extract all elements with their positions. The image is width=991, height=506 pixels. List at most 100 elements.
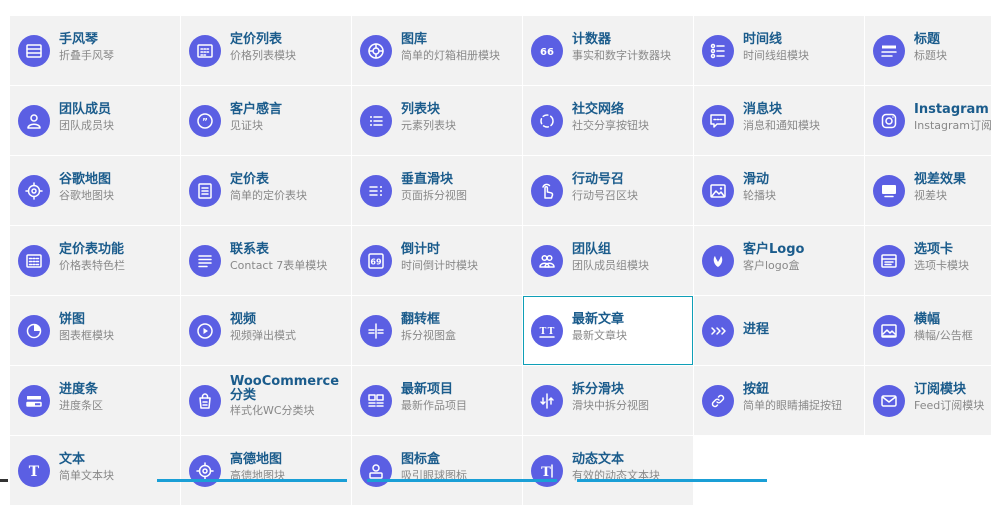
slider-image-icon: [702, 175, 734, 207]
block-item-banner[interactable]: 横幅 横幅/公告框: [865, 296, 991, 365]
block-description: 简单的眼睛捕捉按钮: [743, 399, 842, 412]
pricing-table-icon: [189, 175, 221, 207]
block-description: 简单的灯箱相册模块: [401, 49, 500, 62]
block-item-parallax[interactable]: 视差效果 视差块: [865, 156, 991, 225]
block-text: 订阅模块 Feed订阅模块: [914, 382, 991, 414]
block-item-dynamic-text[interactable]: T 动态文本 有效的动态文本块: [523, 436, 693, 505]
heading-icon: [873, 35, 905, 67]
block-title: 横幅: [914, 312, 941, 327]
pricing-features-icon: [18, 245, 50, 277]
block-item-amap[interactable]: 高德地图 高德地图块: [181, 436, 351, 505]
block-description: 选项卡模块: [914, 259, 969, 272]
block-item-subscribe-mail[interactable]: 订阅模块 Feed订阅模块: [865, 366, 991, 435]
instagram-icon: [873, 105, 905, 137]
block-title: 文本: [59, 452, 86, 467]
block-item-progress-bar[interactable]: 进度条 进度条区: [10, 366, 180, 435]
svg-text:T: T: [548, 327, 555, 337]
block-text: 视差效果 视差块: [914, 172, 991, 204]
block-item-social[interactable]: 社交网络 社交分享按钮块: [523, 86, 693, 155]
block-description: 简单的定价表块: [230, 189, 307, 202]
grid-row: 定价表功能 价格表特色栏 联系表 Contact 7表单模块 69 倒计时 时间倒计时模块团…: [10, 226, 991, 296]
block-item-text[interactable]: T 文本 简单文本块: [10, 436, 180, 505]
block-title: 定价表功能: [59, 242, 125, 257]
block-text: 图库 简单的灯箱相册模块: [401, 32, 520, 64]
block-item-contact-form[interactable]: 联系表 Contact 7表单模块: [181, 226, 351, 295]
block-title: 按鈕: [743, 382, 770, 397]
block-item-split-slider[interactable]: 拆分滑块 滑块中拆分视图: [523, 366, 693, 435]
block-text: 行动号召 行动号召区块: [572, 172, 691, 204]
block-text: 客户Logo 客户logo盒: [743, 242, 862, 274]
testimonial-icon: ”: [189, 105, 221, 137]
block-title: 客户感言: [230, 102, 283, 117]
block-item-message[interactable]: 消息块 消息和通知模块: [694, 86, 864, 155]
empty-cell: [865, 436, 991, 505]
svg-text:T: T: [540, 327, 547, 337]
block-text: 最新项目 最新作品项目: [401, 382, 520, 414]
parallax-icon: [873, 175, 905, 207]
block-item-timeline[interactable]: 时间线 时间线组模块: [694, 16, 864, 85]
block-item-list[interactable]: 列表块 元素列表块: [352, 86, 522, 155]
block-item-process[interactable]: 进程: [694, 296, 864, 365]
block-item-price-list[interactable]: 定价列表价格列表模块: [181, 16, 351, 85]
block-item-instagram[interactable]: Instagram 订 Instagram订阅: [865, 86, 991, 155]
block-text: 团队成员 团队成员块: [59, 102, 178, 134]
social-icon: [531, 105, 563, 137]
block-item-icon-box[interactable]: 图标盒 吸引眼球图标: [352, 436, 522, 505]
grid-row: 饼图 图表框模块 视频 视频弹出模式 翻转框 拆分视图盒 T T 最新文章 最新文章块 进程 横幅 横幅…: [10, 296, 991, 366]
block-item-flip-box[interactable]: 翻转框 拆分视图盒: [352, 296, 522, 365]
block-title: 团队组: [572, 242, 612, 257]
call-to-action-icon: [531, 175, 563, 207]
block-description: 价格列表模块: [230, 49, 296, 62]
block-item-video-play[interactable]: 视频 视频弹出模式: [181, 296, 351, 365]
block-title: 定价列表: [230, 32, 283, 47]
svg-text:T: T: [541, 465, 551, 480]
block-item-client-logo[interactable]: 客户Logo 客户logo盒: [694, 226, 864, 295]
block-item-pricing-features[interactable]: 定价表功能 价格表特色栏: [10, 226, 180, 295]
block-description: 见证块: [230, 119, 263, 132]
block-text: 横幅 横幅/公告框: [914, 312, 991, 344]
tabs-icon: [873, 245, 905, 277]
block-item-accordion[interactable]: 手风琴 折叠手风琴: [10, 16, 180, 85]
block-item-woocommerce[interactable]: WooCommerce 分类 样式化WC分类块: [181, 366, 351, 435]
woocommerce-icon: [189, 385, 221, 417]
svg-text:69: 69: [370, 258, 382, 267]
block-title: 视差效果: [914, 172, 967, 187]
block-item-tabs[interactable]: 选项卡 选项卡模块: [865, 226, 991, 295]
block-description: 行动号召区块: [572, 189, 638, 202]
block-item-team-group[interactable]: 团队组 团队成员组模块: [523, 226, 693, 295]
svg-text:”: ”: [202, 118, 208, 128]
block-item-pricing-table[interactable]: 定价表 简单的定价表块: [181, 156, 351, 225]
block-title: 垂直滑块: [401, 172, 454, 187]
block-item-counter[interactable]: 66 计数器 事实和数字计数器块: [523, 16, 693, 85]
block-title: 谷歌地图: [59, 172, 112, 187]
block-item-button-link[interactable]: 按鈕简单的眼睛捕捉按钮: [694, 366, 864, 435]
block-title: Instagram 订: [914, 102, 991, 117]
block-text: 最新文章 最新文章块: [572, 312, 690, 344]
message-icon: [702, 105, 734, 137]
block-item-map-target[interactable]: 谷歌地图 谷歌地图块: [10, 156, 180, 225]
timeline-icon: [702, 35, 734, 67]
block-item-slider-image[interactable]: 滑动 轮播块: [694, 156, 864, 225]
latest-posts-icon: TT: [531, 315, 563, 347]
block-item-heading[interactable]: 标题 标题块: [865, 16, 991, 85]
block-item-gallery[interactable]: 图库 简单的灯箱相册模块: [352, 16, 522, 85]
block-item-testimonial[interactable]: ” 客户感言见证块: [181, 86, 351, 155]
block-item-vertical-slider[interactable]: 垂直滑块 页面拆分视图: [352, 156, 522, 225]
pie-chart-icon: [18, 315, 50, 347]
block-description: 团队成员块: [59, 119, 114, 132]
empty-cell: [694, 436, 864, 505]
block-title: 列表块: [401, 102, 441, 117]
block-item-latest-posts[interactable]: T T 最新文章 最新文章块: [523, 296, 693, 365]
block-item-pie-chart[interactable]: 饼图 图表框模块: [10, 296, 180, 365]
block-text: Instagram 订 Instagram订阅: [914, 102, 991, 134]
block-item-latest-projects[interactable]: 最新项目 最新作品项目: [352, 366, 522, 435]
block-title: 进程: [743, 322, 770, 337]
button-link-icon: [702, 385, 734, 417]
grid-row: 团队成员 团队成员块 ” 客户感言见证块 列表块 元素列表块 社交网络 社交分享按钮块 消息块消…: [10, 86, 991, 156]
block-text: 手风琴 折叠手风琴: [59, 32, 178, 64]
video-play-icon: [189, 315, 221, 347]
map-target-icon: [18, 175, 50, 207]
block-item-call-to-action[interactable]: 行动号召 行动号召区块: [523, 156, 693, 225]
block-item-countdown[interactable]: 69 倒计时 时间倒计时模块: [352, 226, 522, 295]
block-item-team-member[interactable]: 团队成员 团队成员块: [10, 86, 180, 155]
